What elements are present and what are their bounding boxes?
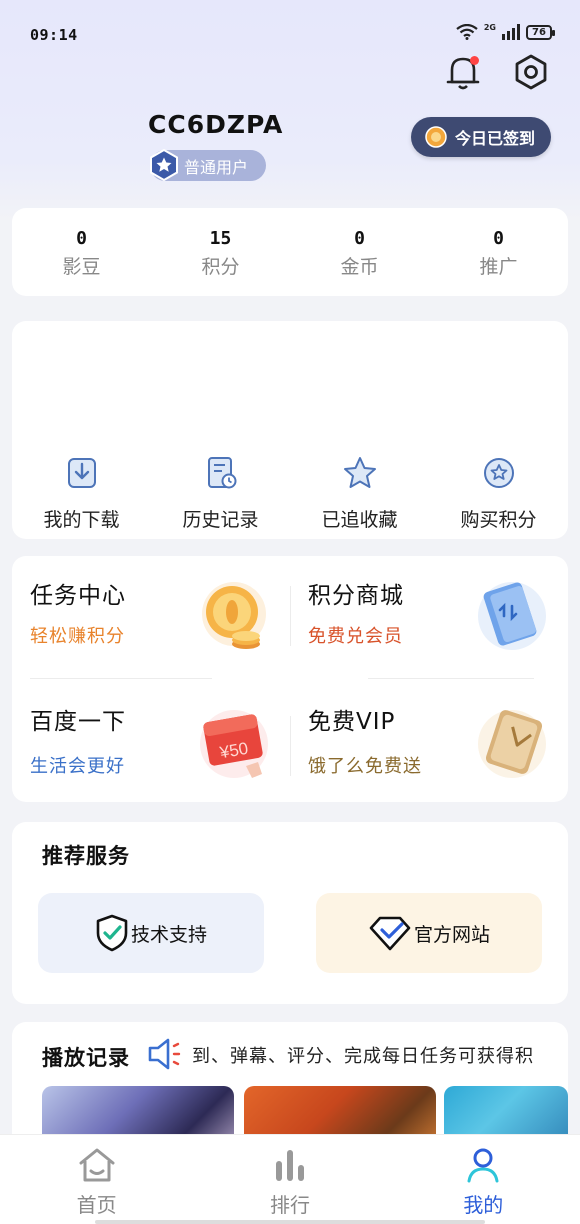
shortcut-label: 购买积分 bbox=[460, 509, 537, 531]
tab-profile[interactable]: 我的 bbox=[387, 1135, 580, 1224]
diamond-check-icon bbox=[369, 916, 411, 951]
shortcut-label: 历史记录 bbox=[182, 509, 259, 531]
home-icon bbox=[79, 1148, 115, 1182]
stat-label: 推广 bbox=[479, 256, 518, 278]
status-time: 09:14 bbox=[30, 26, 78, 44]
history-icon bbox=[207, 457, 236, 489]
tab-label: 排行 bbox=[269, 1193, 310, 1217]
tab-label: 首页 bbox=[76, 1193, 117, 1217]
stat-value: 0 bbox=[76, 228, 87, 249]
gear-icon bbox=[515, 54, 547, 90]
promo-title: 积分商城 bbox=[308, 583, 404, 609]
promo-subtitle: 生活会更好 bbox=[30, 756, 125, 777]
announcement-marquee[interactable]: 到、弹幕、评分、完成每日任务可获得积 bbox=[192, 1042, 548, 1068]
promo-task-center[interactable]: 任务中心 轻松赚积分 bbox=[12, 556, 280, 676]
notification-dot bbox=[470, 56, 479, 65]
checkin-label: 今日已签到 bbox=[455, 129, 536, 148]
shortcuts-card: 我的下载 历史记录 已追收藏 购买积分 bbox=[12, 321, 568, 539]
coin-icon bbox=[425, 126, 447, 148]
wifi-icon bbox=[456, 24, 478, 40]
stat-coins[interactable]: 0 金币 bbox=[290, 208, 429, 296]
speaker-icon bbox=[148, 1038, 181, 1070]
services-card: 推荐服务 技术支持 官方网站 bbox=[12, 822, 568, 1004]
promo-points-mall[interactable]: 积分商城 免费兑会员 bbox=[290, 556, 558, 676]
exchange-card-icon bbox=[478, 582, 546, 650]
status-bar: 09:14 2G 76 bbox=[0, 0, 580, 70]
shortcut-favorites[interactable]: 已追收藏 bbox=[290, 455, 429, 532]
promo-title: 任务中心 bbox=[30, 583, 126, 609]
service-label: 技术支持 bbox=[130, 923, 207, 946]
shortcut-label: 已追收藏 bbox=[321, 509, 398, 531]
checkin-button[interactable]: 今日已签到 bbox=[411, 117, 551, 157]
promo-subtitle: 饿了么免费送 bbox=[308, 756, 422, 777]
official-site-button[interactable]: 官方网站 bbox=[316, 893, 542, 973]
stat-value: 0 bbox=[354, 228, 365, 249]
stat-points[interactable]: 15 积分 bbox=[151, 208, 290, 296]
tab-ranking[interactable]: 排行 bbox=[193, 1135, 386, 1224]
tab-home[interactable]: 首页 bbox=[0, 1135, 193, 1224]
battery-icon: 76 bbox=[526, 24, 555, 40]
tab-label: 我的 bbox=[463, 1193, 504, 1217]
network-type: 2G bbox=[483, 22, 496, 32]
promo-title: 百度一下 bbox=[30, 709, 126, 735]
promo-subtitle: 免费兑会员 bbox=[308, 626, 403, 647]
level-star-icon bbox=[150, 149, 178, 181]
coupon-icon: ¥50 bbox=[200, 710, 268, 778]
download-icon bbox=[67, 458, 96, 488]
settings-button[interactable] bbox=[511, 52, 551, 92]
tech-support-button[interactable]: 技术支持 bbox=[38, 893, 264, 973]
home-indicator[interactable] bbox=[95, 1220, 485, 1224]
shortcut-label: 我的下载 bbox=[43, 509, 120, 531]
username: CC6DZPA bbox=[148, 110, 284, 139]
promos-card: 任务中心 轻松赚积分 积分商城 免费兑会员 百度一下 生活会更好 ¥50 免费V… bbox=[12, 556, 568, 802]
stat-yingdou[interactable]: 0 影豆 bbox=[12, 208, 151, 296]
service-label: 官方网站 bbox=[413, 923, 490, 946]
user-level-badge: 普通用户 bbox=[150, 149, 266, 181]
promo-subtitle: 轻松赚积分 bbox=[30, 626, 125, 647]
buy-points-icon bbox=[483, 458, 514, 488]
shield-check-icon bbox=[96, 914, 128, 952]
promo-title: 免费VIP bbox=[308, 709, 396, 735]
notification-button[interactable] bbox=[443, 52, 483, 92]
status-icons: 2G 76 bbox=[456, 22, 555, 40]
gold-coins-icon bbox=[202, 582, 266, 649]
promo-free-vip[interactable]: 免费VIP 饿了么免费送 bbox=[290, 682, 558, 802]
promo-baidu[interactable]: 百度一下 生活会更好 ¥50 bbox=[12, 682, 280, 802]
ranking-icon bbox=[275, 1150, 304, 1181]
stat-value: 15 bbox=[209, 228, 232, 249]
divider bbox=[30, 678, 212, 679]
shortcut-downloads[interactable]: 我的下载 bbox=[12, 455, 151, 532]
bottom-tab-bar: 首页 排行 我的 bbox=[0, 1134, 580, 1224]
shortcut-buy-points[interactable]: 购买积分 bbox=[429, 455, 568, 532]
stat-promotion[interactable]: 0 推广 bbox=[429, 208, 568, 296]
divider bbox=[368, 678, 534, 679]
stat-label: 影豆 bbox=[62, 256, 101, 278]
stats-card: 0 影豆 15 积分 0 金币 0 推广 bbox=[12, 208, 568, 296]
star-icon bbox=[343, 457, 376, 488]
shortcut-history[interactable]: 历史记录 bbox=[151, 455, 290, 532]
stat-value: 0 bbox=[493, 228, 504, 249]
stat-label: 金币 bbox=[340, 256, 379, 278]
services-title: 推荐服务 bbox=[42, 844, 130, 868]
stat-label: 积分 bbox=[201, 256, 240, 278]
play-history-title: 播放记录 bbox=[42, 1046, 130, 1070]
user-level-label: 普通用户 bbox=[184, 157, 249, 177]
profile-icon bbox=[467, 1148, 499, 1183]
vip-card-icon bbox=[478, 710, 546, 778]
signal-icon bbox=[502, 24, 520, 40]
